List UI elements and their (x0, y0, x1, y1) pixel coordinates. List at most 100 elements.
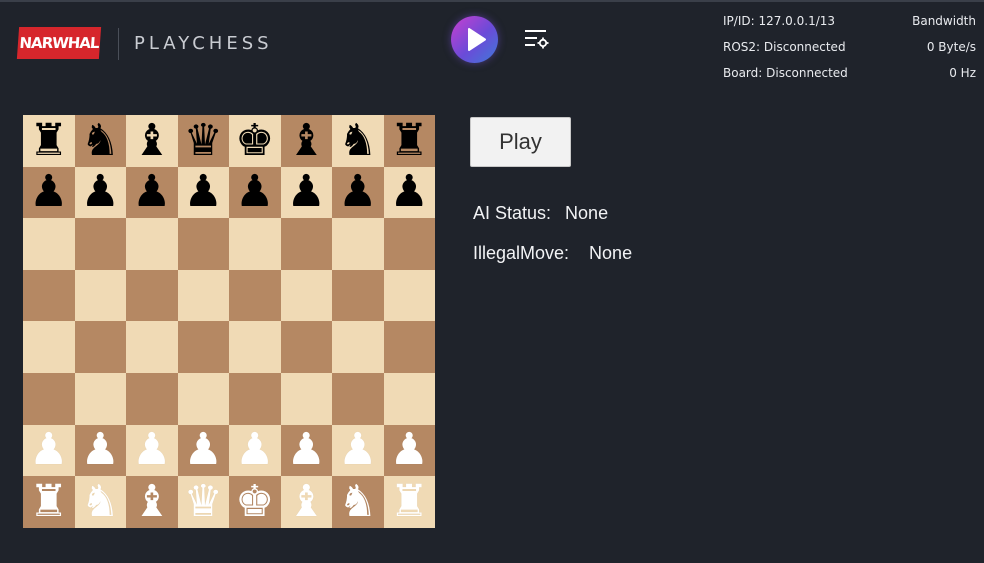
board-square-d6[interactable] (177, 218, 229, 270)
black-pawn-icon[interactable]: ♟ (81, 170, 120, 214)
board-square-g4[interactable] (332, 321, 384, 373)
board-square-h4[interactable] (383, 321, 435, 373)
board-square-e1[interactable]: ♚ (229, 476, 281, 528)
board-square-b1[interactable]: ♞ (74, 476, 126, 528)
black-pawn-icon[interactable]: ♟ (29, 170, 68, 214)
board-square-g5[interactable] (332, 269, 384, 322)
board-square-h8[interactable]: ♜ (383, 115, 435, 167)
black-queen-icon[interactable]: ♛ (184, 118, 223, 163)
black-bishop-icon[interactable]: ♝ (287, 118, 326, 163)
board-square-c1[interactable]: ♝ (126, 476, 178, 528)
board-square-a2[interactable]: ♟ (23, 424, 75, 477)
board-square-b3[interactable] (74, 372, 126, 425)
board-square-e4[interactable] (229, 321, 281, 373)
white-knight-icon[interactable]: ♞ (81, 479, 120, 524)
white-pawn-icon[interactable]: ♟ (29, 428, 68, 472)
white-pawn-icon[interactable]: ♟ (132, 428, 171, 472)
board-square-d4[interactable] (177, 321, 229, 373)
board-square-d8[interactable]: ♛ (177, 115, 229, 167)
board-square-c6[interactable] (126, 218, 178, 270)
board-square-c2[interactable]: ♟ (126, 424, 178, 477)
black-rook-icon[interactable]: ♜ (390, 118, 429, 163)
start-button[interactable] (451, 16, 498, 63)
board-square-b8[interactable]: ♞ (74, 115, 126, 167)
settings-list-icon[interactable] (522, 28, 550, 54)
board-square-g2[interactable]: ♟ (332, 424, 384, 477)
board-square-h1[interactable]: ♜ (383, 476, 435, 528)
board-square-h3[interactable] (383, 372, 435, 425)
board-square-d5[interactable] (177, 269, 229, 322)
black-rook-icon[interactable]: ♜ (29, 118, 68, 163)
white-pawn-icon[interactable]: ♟ (390, 428, 429, 472)
black-pawn-icon[interactable]: ♟ (132, 170, 171, 214)
board-square-b2[interactable]: ♟ (74, 424, 126, 477)
board-square-a3[interactable] (23, 372, 75, 425)
white-queen-icon[interactable]: ♛ (184, 479, 223, 524)
board-square-b5[interactable] (74, 269, 126, 322)
board-square-e2[interactable]: ♟ (229, 424, 281, 477)
white-king-icon[interactable]: ♚ (235, 479, 274, 524)
white-pawn-icon[interactable]: ♟ (235, 428, 274, 472)
board-square-b7[interactable]: ♟ (74, 166, 126, 219)
board-square-g3[interactable] (332, 372, 384, 425)
board-square-h7[interactable]: ♟ (383, 166, 435, 219)
board-square-d3[interactable] (177, 372, 229, 425)
white-rook-icon[interactable]: ♜ (29, 479, 68, 524)
board-square-h5[interactable] (383, 269, 435, 322)
black-pawn-icon[interactable]: ♟ (390, 170, 429, 214)
black-pawn-icon[interactable]: ♟ (235, 170, 274, 214)
board-square-f7[interactable]: ♟ (280, 166, 332, 219)
board-square-g7[interactable]: ♟ (332, 166, 384, 219)
board-square-g6[interactable] (332, 218, 384, 270)
black-pawn-icon[interactable]: ♟ (338, 170, 377, 214)
board-square-a8[interactable]: ♜ (23, 115, 75, 167)
white-rook-icon[interactable]: ♜ (390, 479, 429, 524)
board-square-f6[interactable] (280, 218, 332, 270)
board-square-e8[interactable]: ♚ (229, 115, 281, 167)
board-square-f4[interactable] (280, 321, 332, 373)
board-square-h6[interactable] (383, 218, 435, 270)
white-knight-icon[interactable]: ♞ (338, 479, 377, 524)
play-button[interactable]: Play (470, 117, 571, 167)
board-square-h2[interactable]: ♟ (383, 424, 435, 477)
board-square-c3[interactable] (126, 372, 178, 425)
black-bishop-icon[interactable]: ♝ (132, 118, 171, 163)
board-square-a4[interactable] (23, 321, 75, 373)
board-square-a7[interactable]: ♟ (23, 166, 75, 219)
black-knight-icon[interactable]: ♞ (338, 118, 377, 163)
board-square-b6[interactable] (74, 218, 126, 270)
board-square-f2[interactable]: ♟ (280, 424, 332, 477)
board-square-e7[interactable]: ♟ (229, 166, 281, 219)
white-pawn-icon[interactable]: ♟ (184, 428, 223, 472)
board-square-a5[interactable] (23, 269, 75, 322)
board-square-d7[interactable]: ♟ (177, 166, 229, 219)
board-square-f8[interactable]: ♝ (280, 115, 332, 167)
board-square-g1[interactable]: ♞ (332, 476, 384, 528)
board-square-e6[interactable] (229, 218, 281, 270)
board-square-d1[interactable]: ♛ (177, 476, 229, 528)
board-square-e3[interactable] (229, 372, 281, 425)
board-square-f5[interactable] (280, 269, 332, 322)
black-king-icon[interactable]: ♚ (235, 118, 274, 163)
black-pawn-icon[interactable]: ♟ (287, 170, 326, 214)
board-square-c7[interactable]: ♟ (126, 166, 178, 219)
white-pawn-icon[interactable]: ♟ (287, 428, 326, 472)
white-pawn-icon[interactable]: ♟ (81, 428, 120, 472)
board-square-b4[interactable] (74, 321, 126, 373)
board-square-d2[interactable]: ♟ (177, 424, 229, 477)
board-square-a6[interactable] (23, 218, 75, 270)
white-pawn-icon[interactable]: ♟ (338, 428, 377, 472)
chess-board[interactable]: ♜ ♞ ♝ ♛ ♚ ♝ ♞ ♜ ♟ ♟ ♟ ♟ ♟ ♟ ♟ ♟ ♟ ♟ ♟ ♟ ♟ ♟ ♟ ♟ ♜ ♞ ♝ ♛ ♚ ♝ ♞ ♜ (23, 115, 435, 528)
board-square-g8[interactable]: ♞ (332, 115, 384, 167)
black-pawn-icon[interactable]: ♟ (184, 170, 223, 214)
board-square-f1[interactable]: ♝ (280, 476, 332, 528)
board-square-a1[interactable]: ♜ (23, 476, 75, 528)
board-square-c5[interactable] (126, 269, 178, 322)
white-bishop-icon[interactable]: ♝ (287, 479, 326, 524)
board-square-f3[interactable] (280, 372, 332, 425)
board-square-e5[interactable] (229, 269, 281, 322)
white-bishop-icon[interactable]: ♝ (132, 479, 171, 524)
board-square-c8[interactable]: ♝ (126, 115, 178, 167)
black-knight-icon[interactable]: ♞ (81, 118, 120, 163)
board-square-c4[interactable] (126, 321, 178, 373)
